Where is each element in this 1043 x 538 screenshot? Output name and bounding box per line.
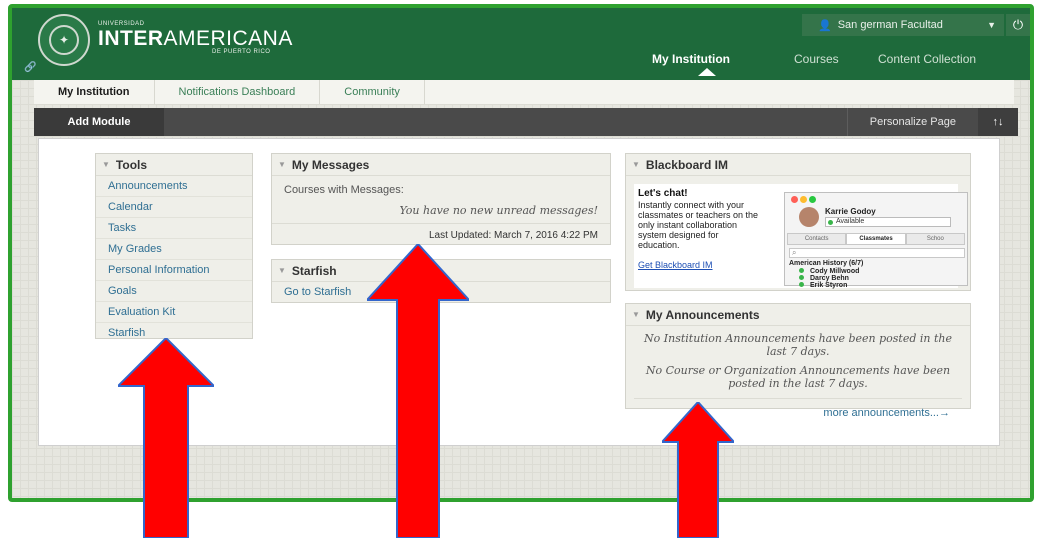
status-dot-icon [828, 220, 833, 225]
tool-link-announcements[interactable]: Announcements [96, 176, 252, 197]
course-announcements-text: No Course or Organization Announcements … [645, 364, 951, 390]
im-tab-classmates: Classmates [846, 233, 906, 245]
tools-title-text: Tools [115, 157, 148, 172]
maximize-dot-icon [809, 196, 816, 203]
active-tab-caret [698, 68, 716, 76]
tool-link-calendar[interactable]: Calendar [96, 197, 252, 218]
blackboard-im-title[interactable]: ▼ Blackboard IM [626, 154, 970, 176]
online-dot-icon [799, 275, 804, 280]
my-messages-module: ▼ My Messages Courses with Messages: You … [271, 153, 611, 245]
close-dot-icon [791, 196, 798, 203]
subtab-community[interactable]: Community [320, 80, 425, 104]
topnav-my-institution[interactable]: My Institution [652, 52, 730, 66]
blackboard-im-promo: Let's chat! Instantly connect with your … [634, 184, 968, 289]
tool-link-my-grades[interactable]: My Grades [96, 239, 252, 260]
im-contact-name: Karrie Godoy [825, 207, 876, 216]
status-badge: Available [825, 217, 951, 227]
im-contact-item: Cody Millwood [799, 268, 859, 275]
im-contact-item: Erik Styron [799, 282, 847, 289]
tool-link-goals[interactable]: Goals [96, 281, 252, 302]
logo-main-light: AMERICANA [163, 27, 293, 50]
reorder-sort-icon[interactable]: ↑↓ [978, 108, 1018, 136]
im-tabs: Contacts Classmates Schoo [787, 233, 965, 245]
institution-announcements-text: No Institution Announcements have been p… [644, 332, 952, 358]
online-dot-icon [799, 282, 804, 287]
status-text: Available [836, 218, 865, 225]
messages-title[interactable]: ▼ My Messages [272, 154, 610, 176]
add-module-button[interactable]: Add Module [34, 108, 164, 136]
lets-chat-heading: Let's chat! [638, 188, 688, 199]
collapse-triangle-icon: ▼ [632, 160, 640, 169]
personalize-page-button[interactable]: Personalize Page [846, 108, 978, 136]
subtab-my-institution[interactable]: My Institution [34, 80, 155, 104]
im-description: Instantly connect with your classmates o… [638, 200, 759, 250]
topnav-courses[interactable]: Courses [794, 52, 839, 66]
im-contact-item: Darcy Behn [799, 275, 849, 282]
courses-with-messages-label: Courses with Messages: [284, 184, 404, 196]
collapse-triangle-icon: ▼ [102, 160, 110, 169]
im-preview-window: Karrie Godoy Available Contacts Classmat… [784, 192, 968, 289]
blackboard-im-module: ▼ Blackboard IM Let's chat! Instantly con… [625, 153, 971, 291]
logo-main-text: INTERAMERICANA [98, 27, 293, 51]
im-contact-text: Darcy Behn [810, 275, 849, 282]
avatar [799, 207, 819, 227]
announcements-title-text: My Announcements [645, 307, 760, 322]
arrow-shape [662, 402, 734, 538]
arrow-shape [118, 338, 214, 538]
collapse-triangle-icon: ▼ [278, 160, 286, 169]
site-header: ✦ UNIVERSIDAD INTERAMERICANA DE PUERTO R… [12, 8, 1030, 80]
subtab-notifications-dashboard[interactable]: Notifications Dashboard [155, 80, 321, 104]
minimize-dot-icon [800, 196, 807, 203]
logo-sub-text: DE PUERTO RICO [212, 49, 271, 55]
collapse-triangle-icon: ▼ [632, 310, 640, 319]
annotation-arrow-tools [118, 338, 214, 538]
search-icon: ⌕ [789, 248, 965, 258]
im-contact-text: Cody Millwood [810, 268, 860, 275]
user-icon: 👤 [818, 19, 832, 32]
window-control-dots [791, 196, 816, 203]
no-messages-text: You have no new unread messages! [399, 204, 598, 217]
annotation-arrow-messages [367, 244, 469, 538]
tools-title[interactable]: ▼ Tools [96, 154, 252, 176]
logo-main-bold: INTER [98, 27, 164, 50]
im-tab-contacts: Contacts [787, 233, 847, 245]
module-toolbar: Add Module Personalize Page ↑↓ [34, 108, 1018, 136]
online-dot-icon [799, 268, 804, 273]
tool-link-evaluation-kit[interactable]: Evaluation Kit [96, 302, 252, 323]
logout-power-icon[interactable]: ⏻ [1006, 14, 1030, 36]
sub-tab-bar: My Institution Notifications Dashboard C… [34, 80, 1014, 104]
user-name: San german Facultad [837, 19, 943, 31]
chevron-down-icon: ▼ [987, 20, 996, 30]
get-blackboard-im-link[interactable]: Get Blackboard IM [638, 260, 713, 270]
tools-module: ▼ Tools Announcements Calendar Tasks My G… [95, 153, 253, 339]
topnav-content-collection[interactable]: Content Collection [878, 52, 976, 66]
seal-emblem-icon: ✦ [49, 25, 79, 55]
im-group-label: American History (6/7) [789, 260, 864, 267]
university-seal-logo: ✦ [38, 14, 90, 66]
tool-link-personal-information[interactable]: Personal Information [96, 260, 252, 281]
announcements-title[interactable]: ▼ My Announcements [626, 304, 970, 326]
arrow-shape [367, 244, 469, 538]
im-contact-text: Erik Styron [810, 282, 848, 289]
user-menu[interactable]: 👤 San german Facultad ▼ [802, 14, 1004, 36]
link-icon[interactable]: 🔗 [24, 62, 36, 73]
my-announcements-module: ▼ My Announcements No Institution Announc… [625, 303, 971, 419]
tool-link-tasks[interactable]: Tasks [96, 218, 252, 239]
messages-title-text: My Messages [291, 157, 370, 172]
starfish-title-text: Starfish [291, 263, 337, 278]
annotation-arrow-announcements [662, 402, 734, 538]
collapse-triangle-icon: ▼ [278, 266, 286, 275]
im-tab-school: Schoo [905, 233, 965, 245]
blackboard-im-title-text: Blackboard IM [645, 157, 728, 172]
